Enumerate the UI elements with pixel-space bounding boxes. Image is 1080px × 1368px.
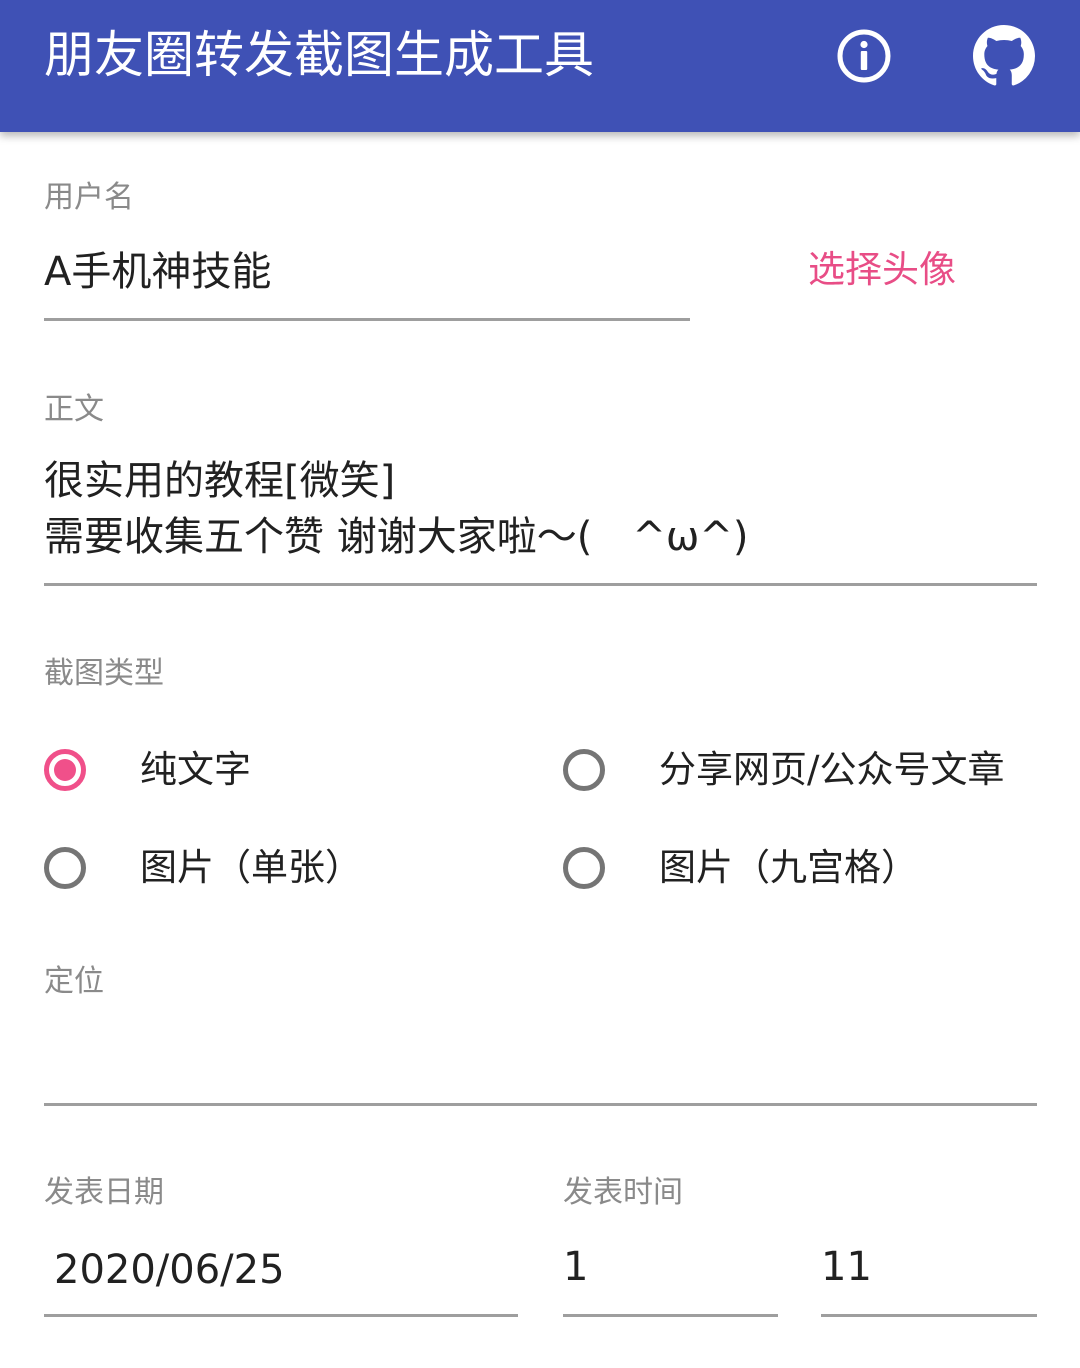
publish-hour-underline bbox=[563, 1314, 778, 1317]
radio-label: 分享网页/公众号文章 bbox=[659, 748, 1005, 791]
radio-button[interactable] bbox=[44, 749, 86, 791]
app-title: 朋友圈转发截图生成工具 bbox=[44, 26, 594, 84]
publish-hour-input[interactable]: 1 bbox=[563, 1240, 778, 1318]
publish-date-input[interactable]: 2020/06/25 bbox=[44, 1240, 518, 1318]
body-line-2: 需要收集五个赞 谢谢大家啦～( ^ω^) bbox=[44, 514, 749, 560]
radio-button[interactable] bbox=[563, 847, 605, 889]
radio-button[interactable] bbox=[563, 749, 605, 791]
app-bar: 朋友圈转发截图生成工具 bbox=[0, 0, 1080, 132]
screenshot-type-label: 截图类型 bbox=[44, 656, 164, 691]
location-underline bbox=[44, 1103, 1037, 1106]
info-button[interactable] bbox=[832, 26, 896, 90]
location-label: 定位 bbox=[44, 964, 104, 999]
publish-hour-value: 1 bbox=[563, 1244, 589, 1290]
radio-label: 图片（单张） bbox=[140, 846, 362, 889]
github-icon bbox=[973, 25, 1035, 91]
publish-minute-input[interactable]: 11 bbox=[821, 1240, 1037, 1318]
publish-minute-underline bbox=[821, 1314, 1037, 1317]
body-underline bbox=[44, 583, 1037, 586]
radio-text-only[interactable]: 纯文字 bbox=[44, 746, 251, 794]
username-input[interactable]: A手机神技能 bbox=[44, 240, 690, 322]
publish-date-label: 发表日期 bbox=[44, 1175, 164, 1210]
username-value: A手机神技能 bbox=[44, 249, 272, 295]
radio-share-webpage[interactable]: 分享网页/公众号文章 bbox=[563, 746, 1004, 794]
username-underline bbox=[44, 318, 690, 321]
publish-date-value: 2020/06/25 bbox=[54, 1247, 285, 1293]
info-circle-icon bbox=[834, 26, 894, 90]
publish-time-label: 发表时间 bbox=[563, 1175, 683, 1210]
radio-button[interactable] bbox=[44, 847, 86, 889]
radio-nine-grid[interactable]: 图片（九宫格） bbox=[563, 844, 918, 892]
radio-label: 纯文字 bbox=[140, 748, 251, 791]
username-label: 用户名 bbox=[44, 180, 134, 215]
radio-label: 图片（九宫格） bbox=[659, 846, 918, 889]
body-line-1: 很实用的教程[微笑] bbox=[44, 458, 396, 504]
body-input[interactable]: 很实用的教程[微笑] 需要收集五个赞 谢谢大家啦～( ^ω^) bbox=[44, 454, 1037, 588]
choose-avatar-button[interactable]: 选择头像 bbox=[808, 246, 956, 294]
github-button[interactable] bbox=[972, 25, 1036, 91]
location-input[interactable] bbox=[44, 1030, 1037, 1106]
radio-dot bbox=[54, 759, 76, 781]
publish-minute-value: 11 bbox=[821, 1244, 872, 1290]
publish-date-underline bbox=[44, 1314, 518, 1317]
body-label: 正文 bbox=[44, 392, 104, 427]
radio-single-image[interactable]: 图片（单张） bbox=[44, 844, 362, 892]
